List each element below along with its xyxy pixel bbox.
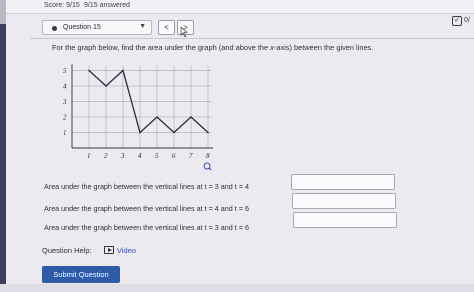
previous-question-button[interactable]: < (158, 20, 175, 35)
question-prompt: For the graph below, find the area under… (52, 43, 373, 52)
mouse-cursor-icon (180, 27, 188, 37)
graph-point (105, 85, 107, 87)
question-help-label: Question Help: (42, 246, 92, 255)
bottom-edge (0, 284, 474, 292)
graph-point (122, 69, 124, 72)
left-binder-strip (0, 0, 6, 292)
answered-count: 9/15 answered (84, 2, 130, 9)
checkbox-icon[interactable]: ✓ (452, 16, 462, 26)
y-tick-label: 5 (63, 67, 67, 75)
area-row-label-3: Area under the graph between the vertica… (44, 223, 249, 232)
question-selector[interactable]: Question 15 ▼ (42, 20, 152, 35)
prompt-text-end: -axis) between the given lines. (273, 43, 374, 52)
prompt-text-start: For the graph below, find the area under… (52, 43, 271, 52)
graph-point (173, 131, 175, 134)
header-divider (30, 38, 474, 39)
y-tick-label: 4 (63, 83, 67, 91)
x-tick-label: 3 (120, 152, 125, 160)
score-label: Score: 9/15 (44, 2, 80, 9)
graph-point (207, 131, 209, 134)
video-help-link[interactable]: Video (104, 245, 136, 255)
area-answer-input-2[interactable] (292, 193, 396, 209)
x-tick-label: 6 (172, 152, 176, 160)
chevron-left-icon: < (164, 23, 169, 32)
play-video-icon (104, 246, 114, 254)
chevron-down-icon: ▼ (139, 23, 146, 30)
video-link-label: Video (117, 246, 137, 255)
x-tick-label: 8 (206, 152, 210, 160)
y-tick-label: 2 (63, 114, 67, 122)
graph-point (139, 131, 141, 134)
graph-point (88, 69, 90, 72)
x-tick-label: 1 (87, 152, 91, 160)
submit-question-button[interactable]: Submit Question (42, 266, 120, 283)
area-answer-input-1[interactable] (291, 174, 395, 190)
zoom-icon[interactable] (203, 162, 212, 170)
area-row-label-2: Area under the graph between the vertica… (44, 204, 249, 213)
graph-point (190, 116, 192, 118)
area-row-label-1: Area under the graph between the vertica… (44, 182, 249, 191)
current-question-dot-icon (52, 26, 57, 31)
area-answer-input-3[interactable] (293, 212, 397, 228)
x-tick-label: 2 (104, 152, 108, 160)
x-tick-label: 4 (138, 152, 142, 160)
y-tick-label: 3 (62, 98, 67, 106)
corner-progress-text: 0/ (464, 17, 470, 24)
question-selector-label: Question 15 (63, 24, 101, 31)
x-tick-label: 5 (155, 152, 159, 160)
area-graph: 1 2 3 4 5 1 2 3 4 5 6 7 8 (62, 64, 214, 170)
x-tick-label: 7 (189, 152, 193, 160)
y-tick-label: 1 (63, 129, 67, 137)
graph-point (156, 116, 158, 118)
